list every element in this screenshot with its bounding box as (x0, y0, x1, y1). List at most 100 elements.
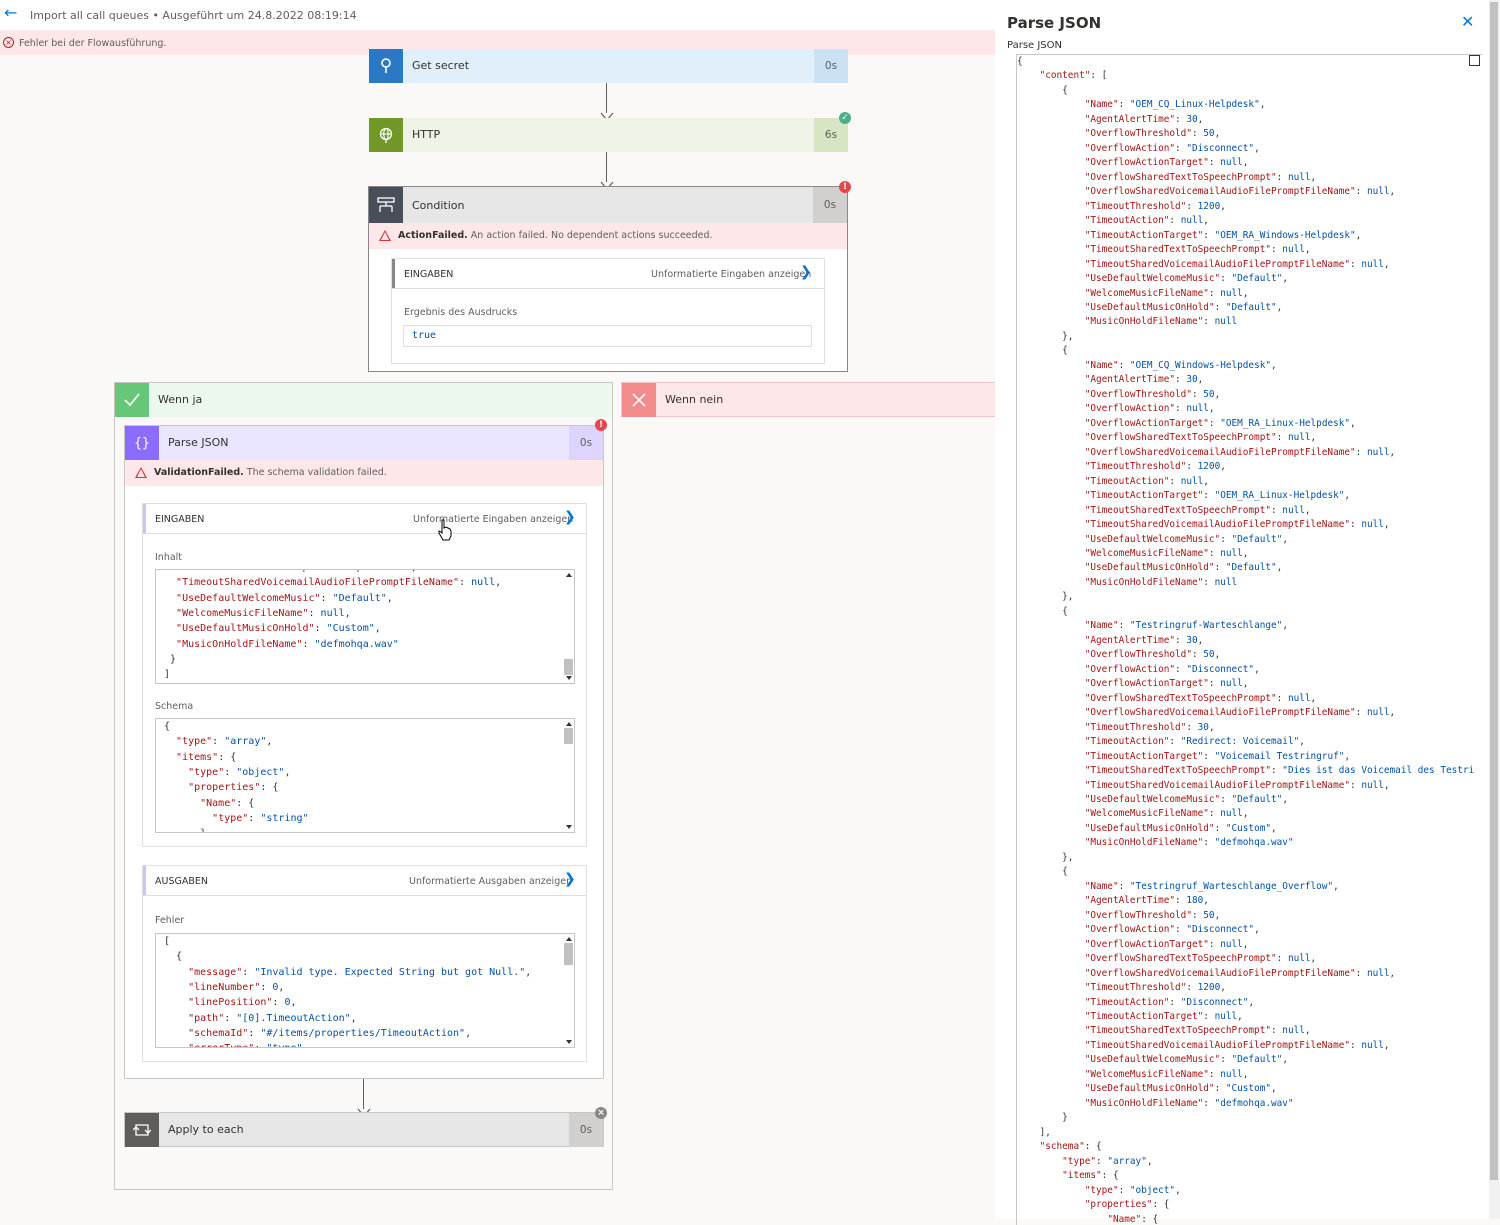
code-line: "type": "array", (176, 736, 273, 748)
json-line: "OverflowSharedTextToSpeechPrompt": null… (1084, 432, 1317, 444)
content-code-lines: "TimeoutSharedTextToSpeechPrompt": null,… (164, 570, 560, 683)
arrow-head-icon (357, 1102, 371, 1117)
key-vault-icon (369, 49, 403, 83)
code-line: "UseDefaultMusicOnHold": "Custom", (176, 623, 381, 635)
action-title[interactable]: Condition (412, 199, 465, 212)
json-line: } (1017, 1112, 1068, 1124)
json-line: "MusicOnHoldFileName": null (1084, 316, 1238, 328)
arrow-head-icon (600, 175, 614, 190)
json-line: "Name": "Testringruf_Warteschlange_Overf… (1084, 880, 1339, 892)
schema-label: Schema (155, 701, 194, 712)
json-line: "Name": "Testringruf-Warteschlange", (1084, 620, 1288, 632)
json-line: "AgentAlertTime": 30, (1084, 634, 1204, 646)
braces-icon: {​} (125, 426, 159, 460)
content-code-box[interactable]: "TimeoutSharedTextToSpeechPrompt": null,… (155, 569, 575, 684)
json-line: "OverflowSharedTextToSpeechPrompt": null… (1084, 692, 1317, 704)
json-line: "UseDefaultWelcomeMusic": "Default", (1084, 533, 1288, 545)
json-line: "TimeoutSharedTextToSpeechPrompt": null, (1084, 1025, 1311, 1037)
error-text: An action failed. No dependent actions s… (467, 230, 713, 241)
json-line: "OverflowSharedVoicemailAudioFilePromptF… (1084, 967, 1396, 979)
run-title: Import all call queues • Ausgeführt um 2… (30, 9, 357, 22)
json-line: "OverflowThreshold": 50, (1084, 128, 1221, 140)
json-line: "OverflowAction": "Disconnect", (1084, 924, 1260, 936)
code-line: } (164, 653, 177, 665)
content-label: Inhalt (155, 552, 183, 563)
json-line: { (1017, 56, 1023, 67)
json-line: "TimeoutThreshold": 30, (1084, 721, 1215, 733)
get-secret-action[interactable]: Get secret 0s (369, 49, 848, 83)
json-line: ], (1017, 1126, 1051, 1138)
schema-code-box[interactable]: { "type": "array", "items": { "type": "o… (155, 718, 575, 833)
json-line: "AgentAlertTime": 30, (1084, 113, 1204, 125)
errors-code-lines: [ { "message": "Invalid type. Expected S… (164, 934, 560, 1047)
schema-scrollbar[interactable] (563, 719, 574, 832)
json-line: "OverflowActionTarget": "OEM_RA_Linux-He… (1084, 417, 1356, 429)
json-line: "MusicOnHoldFileName": "defmohqa.wav" (1084, 837, 1294, 849)
json-viewer[interactable]: { "content": [ { "Name": "OEM_CQ_Linux-H… (1016, 54, 1482, 1225)
action-duration: 0s (814, 49, 848, 83)
json-line: "UseDefaultWelcomeMusic": "Default", (1084, 273, 1288, 285)
code-line: "properties": { (188, 782, 279, 794)
json-line: }, (1017, 851, 1074, 863)
errors-scrollbar[interactable] (563, 934, 574, 1047)
action-failed-banner: ActionFailed. An action failed. No depen… (369, 223, 847, 249)
side-panel-scrollbar[interactable] (1489, 0, 1500, 1219)
show-raw-inputs-link[interactable]: Unformatierte Eingaben anzeigen (651, 269, 811, 280)
http-action[interactable]: HTTP 6s (369, 118, 848, 152)
side-panel-subtitle: Parse JSON (1007, 40, 1063, 51)
error-badge-icon: ! (839, 181, 851, 193)
code-line: "WelcomeMusicFileName": null, (176, 607, 351, 619)
code-line: "TimeoutSharedVoicemailAudioFilePromptFi… (176, 577, 502, 589)
json-line: }, (1017, 330, 1074, 342)
code-line: "message": "Invalid type. Expected Strin… (188, 966, 532, 978)
content-scrollbar[interactable] (563, 570, 574, 683)
chevron-right-icon[interactable]: ❯ (800, 264, 812, 280)
parse-json-action: {​} Parse JSON 0s ValidationFailed. The … (124, 425, 604, 1079)
json-line: { (1017, 605, 1068, 617)
chevron-right-icon[interactable]: ❯ (564, 509, 576, 525)
action-title[interactable]: Parse JSON (168, 436, 229, 449)
json-line: "OverflowSharedVoicemailAudioFilePromptF… (1084, 186, 1396, 198)
json-line: "OverflowSharedTextToSpeechPrompt": null… (1084, 953, 1317, 965)
json-line: "OverflowSharedVoicemailAudioFilePromptF… (1084, 707, 1396, 719)
json-line: "TimeoutSharedTextToSpeechPrompt": null, (1084, 504, 1311, 516)
chevron-right-icon[interactable]: ❯ (564, 871, 576, 887)
json-line: "TimeoutSharedTextToSpeechPrompt": null, (1084, 244, 1311, 256)
json-line: "OverflowThreshold": 50, (1084, 909, 1221, 921)
json-line: "OverflowThreshold": 50, (1084, 649, 1221, 661)
code-line: "lineNumber": 0, (188, 981, 285, 993)
code-line: "errorType": "type", (164, 1043, 308, 1047)
json-line: "TimeoutSharedVoicemailAudioFilePromptFi… (1084, 779, 1390, 791)
expression-result-value: true (412, 330, 437, 341)
apply-to-each-action[interactable]: Apply to each 0s (124, 1112, 604, 1147)
close-icon[interactable]: ✕ (1461, 12, 1474, 31)
json-line: "OverflowActionTarget": null, (1084, 157, 1249, 169)
side-panel-title: Parse JSON (1007, 14, 1102, 32)
json-line: "items": { (1062, 1170, 1119, 1182)
code-line: "MusicOnHoldFileName": "defmohqa.wav" (176, 638, 399, 650)
json-line: { (1017, 84, 1068, 96)
schema-code-lines: { "type": "array", "items": { "type": "o… (164, 719, 560, 832)
json-scroll-handle[interactable] (1469, 55, 1480, 66)
code-line: "TimeoutSharedTextToSpeechPrompt": null, (164, 570, 417, 573)
show-raw-outputs-link[interactable]: Unformatierte Ausgaben anzeigen (409, 876, 572, 887)
json-line: { (1017, 866, 1068, 878)
back-arrow-icon[interactable]: ← (4, 5, 20, 21)
code-line: "schemaId": "#/items/properties/TimeoutA… (188, 1027, 472, 1039)
expression-result-field: true (403, 325, 812, 347)
json-line: "AgentAlertTime": 180, (1084, 895, 1209, 907)
json-line: "TimeoutSharedVoicemailAudioFilePromptFi… (1084, 1039, 1390, 1051)
warning-icon (379, 230, 391, 241)
errors-code-box[interactable]: [ { "message": "Invalid type. Expected S… (155, 933, 575, 1048)
json-line: "TimeoutActionTarget": "Voicemail Testri… (1084, 750, 1351, 762)
inputs-header: EINGABEN (155, 514, 205, 525)
json-line: }, (1017, 591, 1074, 603)
json-line: "TimeoutAction": "Disconnect", (1084, 996, 1255, 1008)
json-line: "Name": { (1107, 1213, 1159, 1225)
action-title: Get secret (412, 59, 470, 72)
error-text: The schema validation failed. (243, 467, 387, 478)
branch-no: Wenn nein (621, 382, 995, 417)
json-line: "OverflowSharedVoicemailAudioFilePromptF… (1084, 446, 1396, 458)
json-line: "OverflowActionTarget": null, (1084, 678, 1249, 690)
code-line: }, (164, 828, 212, 832)
